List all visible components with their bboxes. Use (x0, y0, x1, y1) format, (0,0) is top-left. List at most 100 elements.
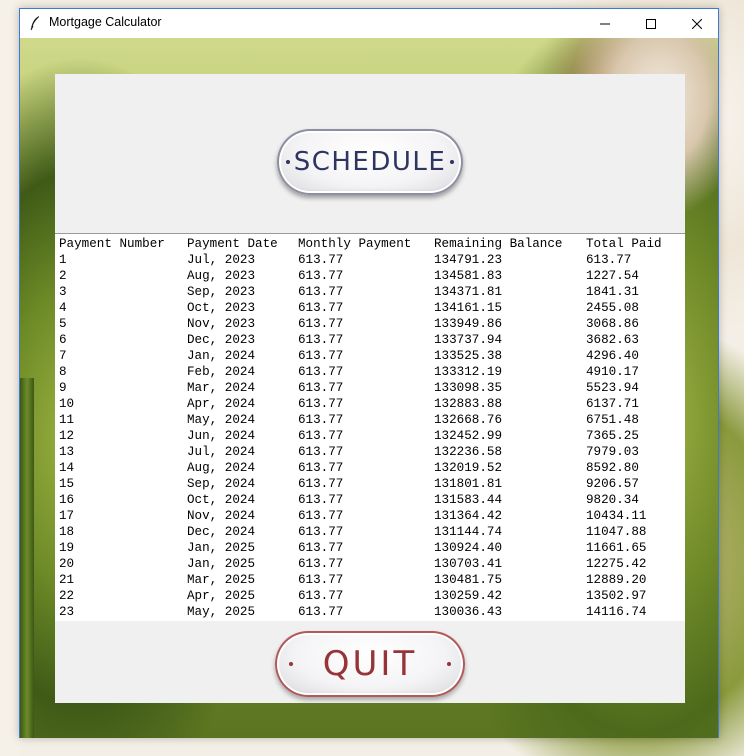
minimize-icon (600, 23, 610, 24)
close-button[interactable] (674, 9, 720, 38)
cell-payment-date: Jul, 2024 (187, 445, 256, 459)
cell-payment-number: 11 (59, 413, 75, 427)
cell-monthly-payment: 613.77 (298, 493, 344, 507)
cell-monthly-payment: 613.77 (298, 413, 344, 427)
cell-monthly-payment: 613.77 (298, 429, 344, 443)
cell-total-paid: 9820.34 (586, 493, 639, 507)
table-row: 15 Sep, 2024 613.77 131801.81 9206.57 (57, 476, 685, 492)
minimize-button[interactable] (582, 9, 628, 38)
cell-payment-number: 22 (59, 589, 75, 603)
feather-icon (30, 16, 39, 31)
cell-remaining-balance: 132019.52 (434, 461, 503, 475)
close-icon (692, 18, 702, 29)
cell-monthly-payment: 613.77 (298, 509, 344, 523)
cell-remaining-balance: 134581.83 (434, 269, 503, 283)
window-client-area: SCHEDULE Payment Number Payment Date Mon… (20, 38, 718, 738)
cell-payment-number: 8 (59, 365, 67, 379)
maximize-button[interactable] (628, 9, 674, 38)
cell-monthly-payment: 613.77 (298, 557, 344, 571)
top-button-panel: SCHEDULE (55, 74, 685, 233)
header-payment-date: Payment Date (187, 237, 278, 251)
cell-monthly-payment: 613.77 (298, 333, 344, 347)
table-row: 18 Dec, 2024 613.77 131144.74 11047.88 (57, 524, 685, 540)
cell-remaining-balance: 130481.75 (434, 573, 503, 587)
cell-total-paid: 12275.42 (586, 557, 647, 571)
cell-payment-number: 19 (59, 541, 75, 555)
decor-dot-icon (288, 662, 293, 666)
quit-button[interactable]: QUIT (275, 631, 465, 697)
table-row: 10 Apr, 2024 613.77 132883.88 6137.71 (57, 396, 685, 412)
cell-remaining-balance: 133525.38 (434, 349, 503, 363)
cell-payment-number: 10 (59, 397, 75, 411)
cell-remaining-balance: 133098.35 (434, 381, 503, 395)
cell-payment-number: 13 (59, 445, 75, 459)
cell-payment-number: 16 (59, 493, 75, 507)
maximize-icon (646, 18, 656, 29)
cell-total-paid: 3068.86 (586, 317, 639, 331)
cell-remaining-balance: 134371.81 (434, 285, 503, 299)
cell-monthly-payment: 613.77 (298, 381, 344, 395)
cell-payment-number: 6 (59, 333, 67, 347)
cell-payment-number: 4 (59, 301, 67, 315)
cell-total-paid: 6137.71 (586, 397, 639, 411)
cell-payment-date: Jan, 2025 (187, 557, 256, 571)
cell-total-paid: 12889.20 (586, 573, 647, 587)
cell-total-paid: 1841.31 (586, 285, 639, 299)
cell-payment-date: Oct, 2024 (187, 493, 256, 507)
table-row: 19 Jan, 2025 613.77 130924.40 11661.65 (57, 540, 685, 556)
cell-total-paid: 11047.88 (586, 525, 647, 539)
table-row: 9 Mar, 2024 613.77 133098.35 5523.94 (57, 380, 685, 396)
cell-monthly-payment: 613.77 (298, 365, 344, 379)
cell-total-paid: 9206.57 (586, 477, 639, 491)
cell-payment-date: Jun, 2024 (187, 429, 256, 443)
decor-dot-icon (447, 662, 452, 666)
cell-remaining-balance: 131801.81 (434, 477, 503, 491)
background-leaf-stem (20, 378, 34, 738)
schedule-button[interactable]: SCHEDULE (277, 129, 463, 195)
cell-monthly-payment: 613.77 (298, 253, 344, 267)
cell-remaining-balance: 132236.58 (434, 445, 503, 459)
cell-total-paid: 3682.63 (586, 333, 639, 347)
cell-payment-number: 17 (59, 509, 75, 523)
table-row: 4 Oct, 2023 613.77 134161.15 2455.08 (57, 300, 685, 316)
cell-remaining-balance: 130036.43 (434, 605, 503, 619)
cell-payment-number: 1 (59, 253, 67, 267)
table-row: 3 Sep, 2023 613.77 134371.81 1841.31 (57, 284, 685, 300)
cell-monthly-payment: 613.77 (298, 541, 344, 555)
cell-payment-date: Aug, 2024 (187, 461, 256, 475)
cell-monthly-payment: 613.77 (298, 573, 344, 587)
cell-total-paid: 6751.48 (586, 413, 639, 427)
table-row: 13 Jul, 2024 613.77 132236.58 7979.03 (57, 444, 685, 460)
table-row: 22 Apr, 2025 613.77 130259.42 13502.97 (57, 588, 685, 604)
cell-remaining-balance: 133949.86 (434, 317, 503, 331)
table-row: 1 Jul, 2023 613.77 134791.23 613.77 (57, 252, 685, 268)
cell-payment-date: May, 2025 (187, 605, 256, 619)
cell-payment-number: 15 (59, 477, 75, 491)
cell-payment-date: Jan, 2025 (187, 541, 256, 555)
cell-monthly-payment: 613.77 (298, 461, 344, 475)
cell-payment-date: Dec, 2023 (187, 333, 256, 347)
cell-payment-number: 12 (59, 429, 75, 443)
table-row: 5 Nov, 2023 613.77 133949.86 3068.86 (57, 316, 685, 332)
cell-remaining-balance: 131364.42 (434, 509, 503, 523)
cell-monthly-payment: 613.77 (298, 285, 344, 299)
table-row: 21 Mar, 2025 613.77 130481.75 12889.20 (57, 572, 685, 588)
header-remaining-balance: Remaining Balance (434, 237, 563, 251)
cell-monthly-payment: 613.77 (298, 605, 344, 619)
table-row: 8 Feb, 2024 613.77 133312.19 4910.17 (57, 364, 685, 380)
cell-payment-number: 14 (59, 461, 75, 475)
title-bar[interactable]: Mortgage Calculator (20, 9, 718, 38)
cell-payment-date: Feb, 2024 (187, 365, 256, 379)
cell-remaining-balance: 131583.44 (434, 493, 503, 507)
cell-remaining-balance: 134161.15 (434, 301, 503, 315)
table-row: 14 Aug, 2024 613.77 132019.52 8592.80 (57, 460, 685, 476)
cell-payment-date: Aug, 2023 (187, 269, 256, 283)
cell-payment-date: Nov, 2023 (187, 317, 256, 331)
header-total-paid: Total Paid (586, 237, 662, 251)
cell-remaining-balance: 132452.99 (434, 429, 503, 443)
cell-remaining-balance: 133737.94 (434, 333, 503, 347)
amortization-schedule-text[interactable]: Payment Number Payment Date Monthly Paym… (55, 233, 685, 621)
table-row: 6 Dec, 2023 613.77 133737.94 3682.63 (57, 332, 685, 348)
table-row: 11 May, 2024 613.77 132668.76 6751.48 (57, 412, 685, 428)
schedule-button-label: SCHEDULE (293, 147, 447, 177)
